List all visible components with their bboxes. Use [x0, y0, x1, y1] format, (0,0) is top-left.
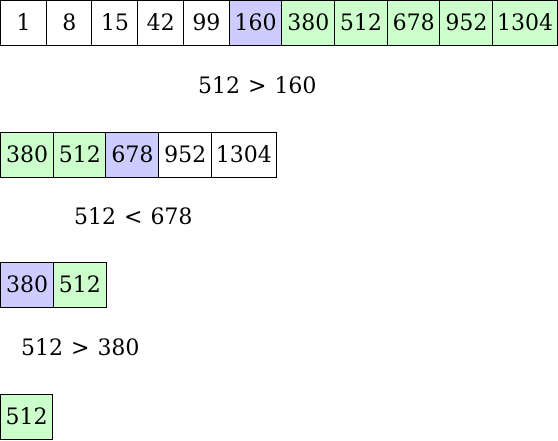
array-cell: 15 — [91, 0, 139, 46]
array-cell: 678 — [386, 0, 441, 46]
array-cell: 380 — [0, 262, 54, 308]
comparison-right: 160 — [274, 74, 317, 99]
array-cell: 1304 — [210, 132, 277, 178]
array-cell: 99 — [182, 0, 230, 46]
array-cell: 160 — [228, 0, 283, 46]
array-step-2: 380 512 678 952 1304 — [0, 132, 277, 178]
comparison-step-2: 512 <678 — [74, 205, 192, 230]
array-cell: 1 — [0, 0, 47, 46]
array-cell: 512 — [0, 394, 53, 440]
comparison-left: 512 — [21, 336, 63, 361]
array-cell: 512 — [52, 262, 107, 308]
comparison-operator: > — [248, 74, 267, 99]
array-cell: 952 — [158, 132, 213, 178]
array-step-3: 380 512 — [0, 262, 107, 308]
array-cell: 512 — [52, 132, 107, 178]
comparison-left: 512 — [74, 205, 116, 230]
comparison-step-3: 512 >380 — [21, 336, 139, 361]
comparison-right: 380 — [97, 336, 140, 361]
array-cell: 8 — [45, 0, 93, 46]
array-cell: 512 — [333, 0, 388, 46]
comparison-right: 678 — [150, 205, 193, 230]
array-cell: 1304 — [492, 0, 558, 46]
array-step-1: 1 8 15 42 99 160 380 512 678 952 1304 — [0, 0, 558, 46]
array-cell: 380 — [0, 132, 54, 178]
array-cell: 678 — [105, 132, 160, 178]
array-cell: 42 — [137, 0, 185, 46]
comparison-left: 512 — [198, 74, 240, 99]
comparison-operator: > — [71, 336, 90, 361]
array-step-4: 512 — [0, 394, 53, 440]
comparison-step-1: 512 >160 — [198, 74, 316, 99]
array-cell: 380 — [281, 0, 336, 46]
array-cell: 952 — [439, 0, 494, 46]
comparison-operator: < — [124, 205, 143, 230]
